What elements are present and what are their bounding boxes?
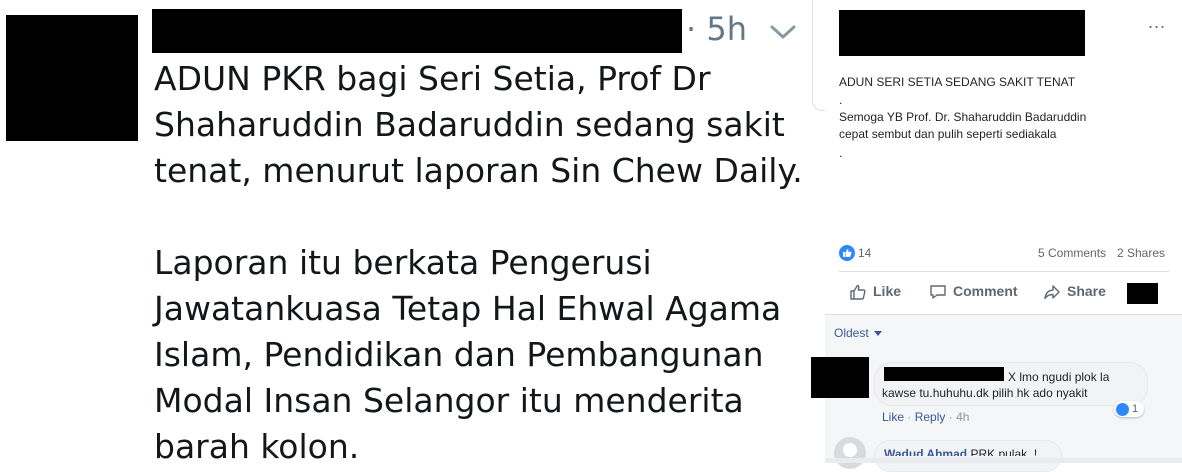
comment-reaction-count: 1 xyxy=(1132,403,1139,415)
comment-text-line: kawse tu.huhuhu.dk pilih hk ado nyakit xyxy=(882,386,1088,400)
post-text-line: ADUN SERI SETIA SEDANG SAKIT TENAT xyxy=(839,75,1076,89)
post-text-line: Semoga YB Prof. Dr. Shaharuddin Badarudd… xyxy=(839,110,1087,124)
post-text-line: . xyxy=(839,93,843,107)
share-button[interactable]: Share xyxy=(1043,283,1106,301)
comment-actions: Like · Reply · 4h xyxy=(882,410,969,424)
comment-text-line: X lmo ngudi plok la xyxy=(1008,370,1110,384)
comment-reply-link[interactable]: Reply xyxy=(915,410,946,424)
poster-name-redacted[interactable] xyxy=(839,10,1085,56)
like-reaction-icon xyxy=(1116,402,1129,416)
comment-body: PRK pulak..! xyxy=(970,447,1038,456)
post-text-line: cepat sembut dan pulih seperti sediakala xyxy=(839,127,1057,141)
commenter-avatar-redacted[interactable] xyxy=(811,357,869,398)
share-button-label: Share xyxy=(1067,283,1106,299)
comment-icon xyxy=(930,285,946,299)
tweet-timestamp[interactable]: · 5h xyxy=(686,10,747,48)
divider xyxy=(839,271,1169,272)
comment-timestamp[interactable]: 4h xyxy=(956,410,969,424)
avatar-redacted[interactable] xyxy=(6,15,138,141)
share-icon xyxy=(1044,285,1060,300)
comment-reaction-pill[interactable]: 1 xyxy=(1114,401,1145,417)
thumbs-up-icon xyxy=(850,285,866,300)
post-text-line: . xyxy=(839,146,843,160)
comment-sort-label: Oldest xyxy=(834,326,869,340)
tweet-text-paragraph-2: Laporan itu berkata Pengerusi Jawatankua… xyxy=(154,243,782,466)
comment-bubble xyxy=(874,440,1062,472)
like-reaction-icon[interactable] xyxy=(839,245,855,261)
commenter-avatar[interactable] xyxy=(834,437,866,469)
card-border xyxy=(812,0,825,111)
shares-count-link[interactable]: 2 Shares xyxy=(1117,246,1165,260)
comment-like-link[interactable]: Like xyxy=(882,410,904,424)
comment-button[interactable]: Comment xyxy=(929,283,1018,301)
username-redacted[interactable] xyxy=(152,9,682,53)
comment-button-label: Comment xyxy=(953,283,1018,299)
commenter-name-redacted[interactable] xyxy=(884,367,1004,381)
comment-text: Wadud Ahmad PRK pulak..! xyxy=(884,447,1037,456)
commenter-name-link[interactable]: Wadud Ahmad xyxy=(884,447,967,456)
comments-count-link[interactable]: 5 Comments xyxy=(1038,246,1106,260)
like-button[interactable]: Like xyxy=(849,283,901,301)
tweet-text-paragraph-1: ADUN PKR bagi Seri Setia, Prof Dr Shahar… xyxy=(154,59,803,190)
separator: · xyxy=(948,410,953,424)
divider xyxy=(825,458,1182,463)
more-options-icon[interactable]: ... xyxy=(1148,12,1166,33)
chevron-down-icon[interactable] xyxy=(768,22,798,42)
separator: · xyxy=(907,410,912,424)
like-button-label: Like xyxy=(873,283,902,299)
like-count[interactable]: 14 xyxy=(858,246,871,260)
comment-sort-dropdown[interactable]: Oldest xyxy=(834,326,882,340)
caret-down-icon xyxy=(873,331,882,337)
redacted-avatar-selector[interactable] xyxy=(1127,283,1158,304)
